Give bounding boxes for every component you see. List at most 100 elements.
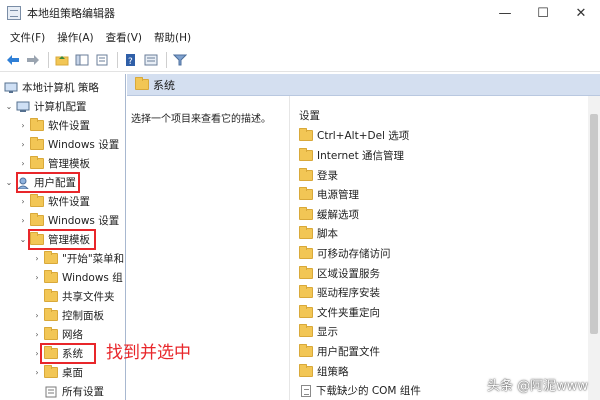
details-pane: 系统 选择一个项目来查看它的描述。 设置 Ctrl+Alt+Del 选项 Int…: [127, 74, 600, 400]
folder-icon: [299, 364, 313, 377]
tree-label-start-menu: "开始"菜单和: [62, 253, 125, 265]
details-header: 系统: [127, 74, 600, 96]
list-item[interactable]: Internet 通信管理: [299, 146, 404, 165]
chevron-right-icon[interactable]: ›: [18, 121, 28, 130]
chevron-down-icon[interactable]: ⌄: [4, 102, 14, 111]
list-item[interactable]: 脚本: [299, 224, 338, 243]
folder-icon: [299, 324, 313, 337]
menu-help[interactable]: 帮助(H): [148, 30, 197, 45]
folder-icon: [44, 289, 58, 302]
tree-view-icon[interactable]: [142, 51, 160, 69]
tree-item-uc-windows[interactable]: › Windows 设置: [18, 211, 119, 230]
highlight-admin-templates: [28, 229, 96, 250]
tree-item-computer-config[interactable]: ⌄ 计算机配置: [4, 97, 87, 116]
minimize-button[interactable]: —: [486, 0, 524, 26]
toolbar: ?: [0, 48, 600, 72]
chevron-right-icon[interactable]: ›: [32, 254, 42, 263]
chevron-right-icon[interactable]: ›: [32, 368, 42, 377]
tree-label-root: 本地计算机 策略: [22, 82, 99, 94]
list-item[interactable]: 区域设置服务: [299, 264, 380, 283]
list-item[interactable]: 组策略: [299, 362, 349, 381]
up-folder-icon[interactable]: [53, 51, 71, 69]
svg-text:?: ?: [128, 57, 133, 66]
tree-item-start-menu[interactable]: › "开始"菜单和: [32, 249, 124, 268]
chevron-down-icon[interactable]: ⌄: [4, 178, 14, 187]
folder-icon: [299, 128, 313, 141]
scrollbar-thumb[interactable]: [590, 114, 598, 334]
title-bar: 本地组策略编辑器 — ☐ ✕: [0, 0, 600, 26]
folder-icon: [44, 365, 58, 378]
chevron-right-icon[interactable]: ›: [18, 140, 28, 149]
tree-item-uc-software[interactable]: › 软件设置: [18, 192, 90, 211]
tree-item-cc-windows[interactable]: › Windows 设置: [18, 135, 119, 154]
chevron-right-icon[interactable]: ›: [18, 159, 28, 168]
folder-icon: [299, 168, 313, 181]
folder-icon: [30, 194, 44, 207]
back-arrow-icon[interactable]: [4, 51, 22, 69]
setting-document-icon: [301, 384, 311, 397]
list-item[interactable]: 可移动存储访问: [299, 244, 391, 263]
gpedit-app-icon: [7, 6, 21, 20]
chevron-right-icon[interactable]: ›: [32, 273, 42, 282]
tree-label-control-panel: 控制面板: [62, 310, 104, 322]
tree-item-cc-admin[interactable]: › 管理模板: [18, 154, 90, 173]
tree-label-windows-components: Windows 组: [62, 272, 123, 284]
annotation-text: 找到并选中: [106, 343, 191, 363]
list-item[interactable]: 登录: [299, 166, 338, 185]
all-settings-icon: [45, 386, 57, 397]
tree-label-uc-windows: Windows 设置: [48, 215, 120, 227]
close-button[interactable]: ✕: [562, 0, 600, 26]
chevron-down-icon[interactable]: ⌄: [18, 235, 28, 244]
tree-item-cc-software[interactable]: › 软件设置: [18, 116, 90, 135]
list-item[interactable]: 驱动程序安装: [299, 283, 380, 302]
menu-action[interactable]: 操作(A): [51, 30, 99, 45]
folder-icon: [30, 137, 44, 150]
chevron-right-icon[interactable]: ›: [32, 330, 42, 339]
folder-icon: [299, 344, 313, 357]
description-prompt: 选择一个项目来查看它的描述。: [131, 114, 271, 125]
properties-icon[interactable]: [93, 51, 111, 69]
tree-label-uc-software: 软件设置: [48, 196, 90, 208]
list-item[interactable]: Ctrl+Alt+Del 选项: [299, 126, 409, 145]
chevron-right-icon[interactable]: ›: [18, 216, 28, 225]
folder-icon: [30, 213, 44, 226]
help-icon[interactable]: ?: [122, 51, 140, 69]
list-item[interactable]: 下载缺少的 COM 组件: [299, 381, 421, 400]
pane-divider: [289, 96, 290, 400]
show-hide-tree-icon[interactable]: [73, 51, 91, 69]
settings-column-header[interactable]: 设置: [299, 108, 320, 123]
folder-icon: [299, 305, 313, 318]
tree-item-desktop[interactable]: › 桌面: [32, 363, 83, 382]
tree-item-root[interactable]: 本地计算机 策略: [2, 78, 99, 97]
vertical-scrollbar[interactable]: [588, 96, 600, 400]
maximize-button[interactable]: ☐: [524, 0, 562, 26]
tree-label-all-settings: 所有设置: [62, 386, 104, 398]
menu-view[interactable]: 查看(V): [100, 30, 148, 45]
list-item[interactable]: 电源管理: [299, 185, 359, 204]
tree-item-shared-folders[interactable]: 共享文件夹: [32, 287, 115, 306]
highlight-user-config: [16, 172, 80, 193]
forward-arrow-icon[interactable]: [24, 51, 42, 69]
folder-icon: [44, 270, 58, 283]
folder-icon: [299, 266, 313, 279]
list-item[interactable]: 文件夹重定向: [299, 303, 380, 322]
tree-item-control-panel[interactable]: › 控制面板: [32, 306, 104, 325]
tree-label-network: 网络: [62, 329, 83, 341]
list-item[interactable]: 显示: [299, 322, 338, 341]
tree-label-desktop: 桌面: [62, 367, 83, 379]
list-item[interactable]: 缓解选项: [299, 205, 359, 224]
chevron-right-icon[interactable]: ›: [32, 311, 42, 320]
filter-icon[interactable]: [171, 51, 189, 69]
menu-file[interactable]: 文件(F): [4, 30, 51, 45]
highlight-system: [40, 343, 96, 364]
tree-label-cc-software: 软件设置: [48, 120, 90, 132]
tree-item-network[interactable]: › 网络: [32, 325, 83, 344]
tree-item-all-settings[interactable]: 所有设置: [32, 382, 104, 400]
list-item[interactable]: 用户配置文件: [299, 342, 380, 361]
chevron-right-icon[interactable]: ›: [18, 197, 28, 206]
window-controls: — ☐ ✕: [486, 0, 600, 26]
tree-label-cc-admin: 管理模板: [48, 158, 90, 170]
tree-item-windows-components[interactable]: › Windows 组: [32, 268, 123, 287]
details-title: 系统: [153, 78, 175, 92]
toolbar-separator: [166, 51, 167, 68]
